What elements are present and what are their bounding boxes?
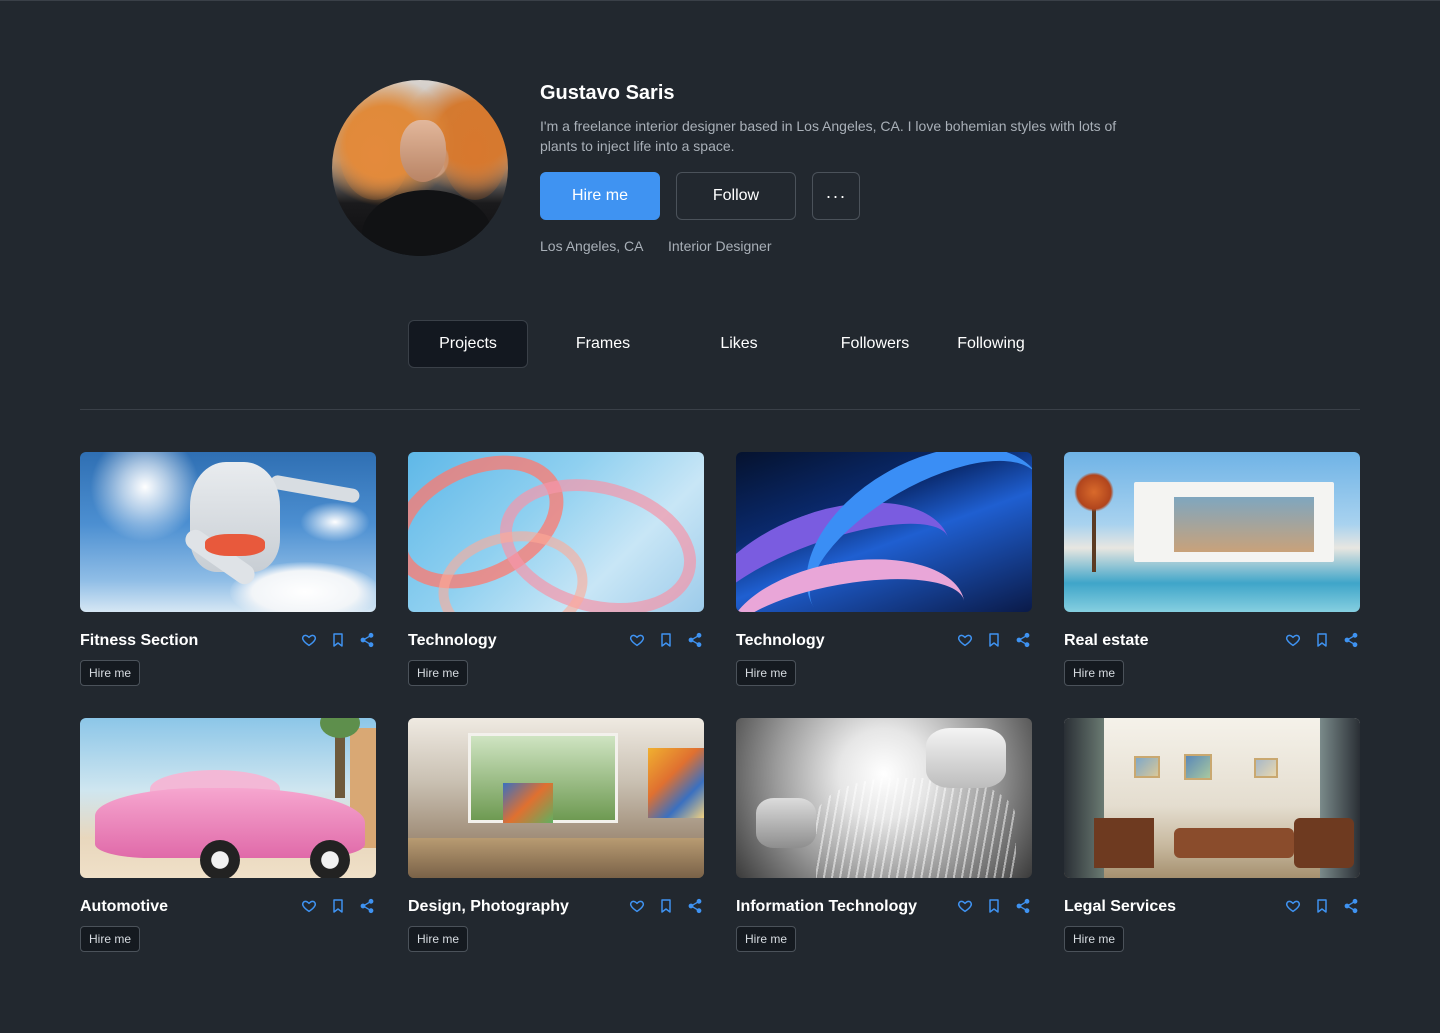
share-icon[interactable]: [1341, 896, 1360, 915]
heart-icon[interactable]: [1283, 630, 1302, 649]
share-icon[interactable]: [1013, 630, 1032, 649]
hire-me-tag[interactable]: Hire me: [80, 660, 141, 686]
tab-projects[interactable]: Projects: [408, 320, 528, 368]
hire-me-tag[interactable]: Hire me: [736, 660, 797, 686]
profile-bio: I'm a freelance interior designer based …: [540, 118, 1117, 154]
share-icon[interactable]: [1013, 896, 1032, 915]
bookmark-icon[interactable]: [328, 630, 347, 649]
project-card[interactable]: Technology Hire me: [736, 452, 1032, 686]
project-title[interactable]: Legal Services: [1064, 898, 1176, 916]
project-thumbnail[interactable]: [1064, 718, 1360, 878]
profile-avatar: [332, 80, 508, 256]
project-actions: [1283, 896, 1360, 915]
hire-me-tag[interactable]: Hire me: [80, 926, 141, 952]
project-thumbnail[interactable]: [80, 718, 376, 878]
project-actions: [627, 896, 704, 915]
project-thumbnail[interactable]: [408, 718, 704, 878]
profile-name: Gustavo Saris: [540, 82, 675, 104]
hire-me-tag[interactable]: Hire me: [736, 926, 797, 952]
hire-me-tag[interactable]: Hire me: [408, 926, 469, 952]
share-icon[interactable]: [685, 630, 704, 649]
profile-role: Interior Designer: [668, 238, 772, 254]
project-title[interactable]: Design, Photography: [408, 898, 569, 916]
heart-icon[interactable]: [627, 630, 646, 649]
project-card[interactable]: Real estate Hire me: [1064, 452, 1360, 686]
bookmark-icon[interactable]: [1312, 630, 1331, 649]
project-thumbnail[interactable]: [80, 452, 376, 612]
project-actions: [299, 896, 376, 915]
project-actions: [299, 630, 376, 649]
more-options-button[interactable]: ···: [812, 172, 860, 220]
share-icon[interactable]: [685, 896, 704, 915]
hire-me-tag[interactable]: Hire me: [408, 660, 469, 686]
heart-icon[interactable]: [1283, 896, 1302, 915]
hire-me-button[interactable]: Hire me: [540, 172, 660, 220]
project-card[interactable]: Fitness Section Hire me: [80, 452, 376, 686]
project-card[interactable]: Design, Photography Hire me: [408, 718, 704, 952]
project-card[interactable]: Information Technology Hire me: [736, 718, 1032, 952]
tabs-divider: [80, 409, 1360, 410]
tab-following[interactable]: Following: [931, 320, 1051, 368]
tab-frames[interactable]: Frames: [543, 320, 663, 368]
bookmark-icon[interactable]: [656, 896, 675, 915]
share-icon[interactable]: [357, 630, 376, 649]
project-card[interactable]: Technology Hire me: [408, 452, 704, 686]
project-card[interactable]: Legal Services Hire me: [1064, 718, 1360, 952]
project-actions: [955, 630, 1032, 649]
profile-location: Los Angeles, CA: [540, 238, 644, 254]
project-title[interactable]: Information Technology: [736, 898, 917, 916]
bookmark-icon[interactable]: [656, 630, 675, 649]
bookmark-icon[interactable]: [984, 630, 1003, 649]
project-actions: [955, 896, 1032, 915]
project-thumbnail[interactable]: [1064, 452, 1360, 612]
bookmark-icon[interactable]: [328, 896, 347, 915]
tab-followers[interactable]: Followers: [815, 320, 935, 368]
heart-icon[interactable]: [299, 630, 318, 649]
follow-button[interactable]: Follow: [676, 172, 796, 220]
top-border: [0, 0, 1440, 1]
hire-me-tag[interactable]: Hire me: [1064, 660, 1125, 686]
share-icon[interactable]: [357, 896, 376, 915]
heart-icon[interactable]: [299, 896, 318, 915]
project-title[interactable]: Automotive: [80, 898, 168, 916]
project-title[interactable]: Technology: [736, 632, 825, 650]
project-thumbnail[interactable]: [736, 718, 1032, 878]
project-title[interactable]: Real estate: [1064, 632, 1149, 650]
project-thumbnail[interactable]: [408, 452, 704, 612]
project-card[interactable]: Automotive Hire me: [80, 718, 376, 952]
project-title[interactable]: Technology: [408, 632, 497, 650]
hire-me-tag[interactable]: Hire me: [1064, 926, 1125, 952]
project-title[interactable]: Fitness Section: [80, 632, 198, 650]
tab-likes[interactable]: Likes: [679, 320, 799, 368]
more-icon: ···: [825, 185, 847, 206]
bookmark-icon[interactable]: [984, 896, 1003, 915]
project-actions: [627, 630, 704, 649]
share-icon[interactable]: [1341, 630, 1360, 649]
bookmark-icon[interactable]: [1312, 896, 1331, 915]
project-thumbnail[interactable]: [736, 452, 1032, 612]
project-actions: [1283, 630, 1360, 649]
heart-icon[interactable]: [955, 896, 974, 915]
heart-icon[interactable]: [627, 896, 646, 915]
heart-icon[interactable]: [955, 630, 974, 649]
